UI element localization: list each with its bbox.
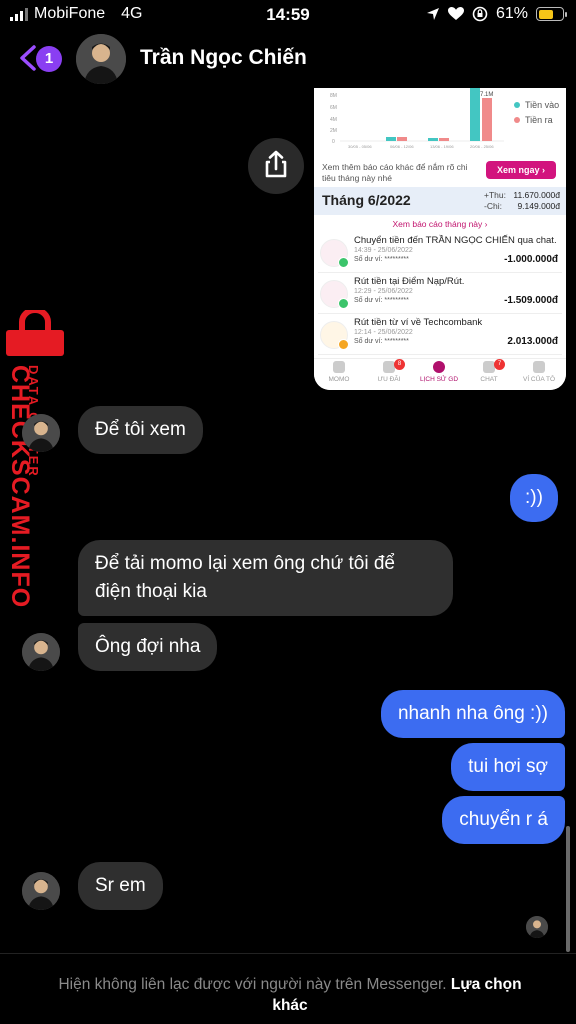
location-icon (426, 8, 439, 20)
legend-out: Tiền ra (514, 115, 553, 125)
person-icon (533, 361, 545, 373)
axis-label: 2M (330, 128, 337, 134)
axis-label: 6M (330, 105, 337, 111)
date-label: 20/06 - 25/06 (470, 144, 494, 149)
unavailable-footer: Hiện không liên lạc được với người này t… (0, 953, 576, 1024)
withdraw-icon (320, 280, 349, 309)
nav-chat[interactable]: 7 CHAT (464, 359, 514, 383)
bar-in-3 (470, 88, 480, 141)
nav-history[interactable]: LỊCH SỬ GD (414, 361, 464, 383)
transaction-time: 14:39 - 25/06/2022 (354, 247, 413, 254)
unread-badge[interactable]: 1 (36, 46, 62, 72)
sender-avatar[interactable] (22, 414, 60, 452)
heart-icon (447, 7, 464, 20)
footer-notice: Hiện không liên lạc được với người này t… (58, 976, 522, 1014)
transaction-balance: Số dư ví: ********* (354, 297, 409, 304)
bar-in-1 (386, 137, 396, 141)
message-bubble-incoming[interactable]: Ông đợi nha (78, 623, 218, 671)
message-bubble-incoming[interactable]: Sr em (78, 862, 163, 910)
bar-out-1 (397, 137, 407, 141)
share-icon (265, 150, 287, 178)
transaction-title: Rút tiền tại Điểm Nạp/Rút. (354, 276, 465, 287)
seen-receipt-avatar (526, 916, 548, 938)
battery-icon (536, 7, 567, 21)
transaction-balance: Số dư ví: ********* (354, 256, 409, 263)
watermark-line-2: CHECKSCAM.INFO (6, 365, 34, 609)
sender-avatar[interactable] (22, 872, 60, 910)
message-bubble-incoming[interactable]: Để tải momo lại xem ông chứ tôi để điện … (78, 540, 453, 616)
transaction-balance: Số dư ví: ********* (354, 338, 409, 345)
bar-out-3 (482, 98, 492, 141)
report-link[interactable]: Xem báo cáo tháng này › (314, 219, 566, 229)
transaction-time: 12:14 - 25/06/2022 (354, 329, 413, 336)
date-label: 30/05 - 05/06 (348, 144, 372, 149)
transaction-time: 12:29 - 25/06/2022 (354, 288, 413, 295)
promo-text: Xem thêm báo cáo khác để nắm rõ chi tiêu… (322, 162, 468, 183)
axis-label: 4M (330, 117, 337, 123)
promo-button[interactable]: Xem ngay › (486, 161, 556, 179)
date-label: 06/06 - 12/06 (390, 144, 414, 149)
share-button[interactable] (248, 138, 304, 194)
contact-avatar[interactable] (76, 34, 126, 84)
bar-in-2 (428, 138, 438, 141)
contact-name[interactable]: Trần Ngọc Chiến (140, 46, 307, 70)
axis-label: 0 (332, 139, 335, 145)
conversation-header: 1 Trần Ngọc Chiến (0, 32, 576, 84)
rotation-lock-icon (472, 6, 488, 22)
battery-percent: 61% (495, 5, 528, 22)
transaction-row[interactable]: Rút tiền từ ví về Techcombank 12:14 - 25… (318, 315, 562, 355)
lock-icon (6, 310, 64, 356)
message-bubble-outgoing[interactable]: :)) (510, 474, 558, 522)
status-right: 61% (426, 5, 567, 23)
bar-out-2 (439, 138, 449, 141)
transaction-amount: 2.013.000đ (507, 336, 558, 347)
message-bubble-outgoing[interactable]: chuyển r á (442, 796, 565, 844)
month-title: Tháng 6/2022 (322, 192, 411, 208)
person-avatar-icon (76, 34, 126, 84)
expense-row: -Chi: 9.149.000đ (484, 201, 560, 211)
message-bubble-incoming[interactable]: Để tôi xem (78, 406, 203, 454)
shared-image[interactable]: 8M 6M 4M 2M 0 7.1M 30/05 - 05/06 06/06 -… (314, 88, 566, 390)
transaction-title: Chuyển tiền đến TRẦN NGỌC CHIẾN qua chat… (354, 235, 557, 246)
bank-icon (320, 321, 349, 350)
nav-offers[interactable]: 8 ƯU ĐÃI (364, 359, 414, 383)
month-summary: Tháng 6/2022 +Thu: 11.670.000đ -Chi: 9.149… (314, 187, 566, 215)
axis-label: 8M (330, 93, 337, 99)
bar-value-label: 7.1M (480, 92, 493, 98)
clock-icon (433, 361, 445, 373)
nav-wallet[interactable]: VÍ CỦA TÔ (514, 361, 564, 383)
scrollbar[interactable] (566, 826, 570, 952)
message-bubble-outgoing[interactable]: tui hơi sợ (451, 743, 565, 791)
nav-momo[interactable]: MOMO (314, 361, 364, 383)
qr-icon (333, 361, 345, 373)
transaction-row[interactable]: Rút tiền tại Điểm Nạp/Rút. 12:29 - 25/06… (318, 274, 562, 314)
income-row: +Thu: 11.670.000đ (484, 190, 560, 200)
transaction-row[interactable]: Chuyển tiền đến TRẦN NGỌC CHIẾN qua chat… (318, 233, 562, 273)
legend-in: Tiền vào (514, 100, 559, 110)
transfer-icon (320, 239, 349, 268)
momo-bottom-nav: MOMO 8 ƯU ĐÃI LỊCH SỬ GD 7 CHAT VÍ CỦA TÔ (314, 358, 566, 390)
status-bar: MobiFone 4G 14:59 61% (0, 0, 576, 30)
message-bubble-outgoing[interactable]: nhanh nha ông :)) (380, 690, 565, 738)
transaction-amount: -1.509.000đ (504, 295, 558, 306)
transaction-amount: -1.000.000đ (504, 254, 558, 265)
sender-avatar[interactable] (22, 633, 60, 671)
transaction-title: Rút tiền từ ví về Techcombank (354, 317, 483, 328)
date-label: 13/06 - 19/06 (430, 144, 454, 149)
